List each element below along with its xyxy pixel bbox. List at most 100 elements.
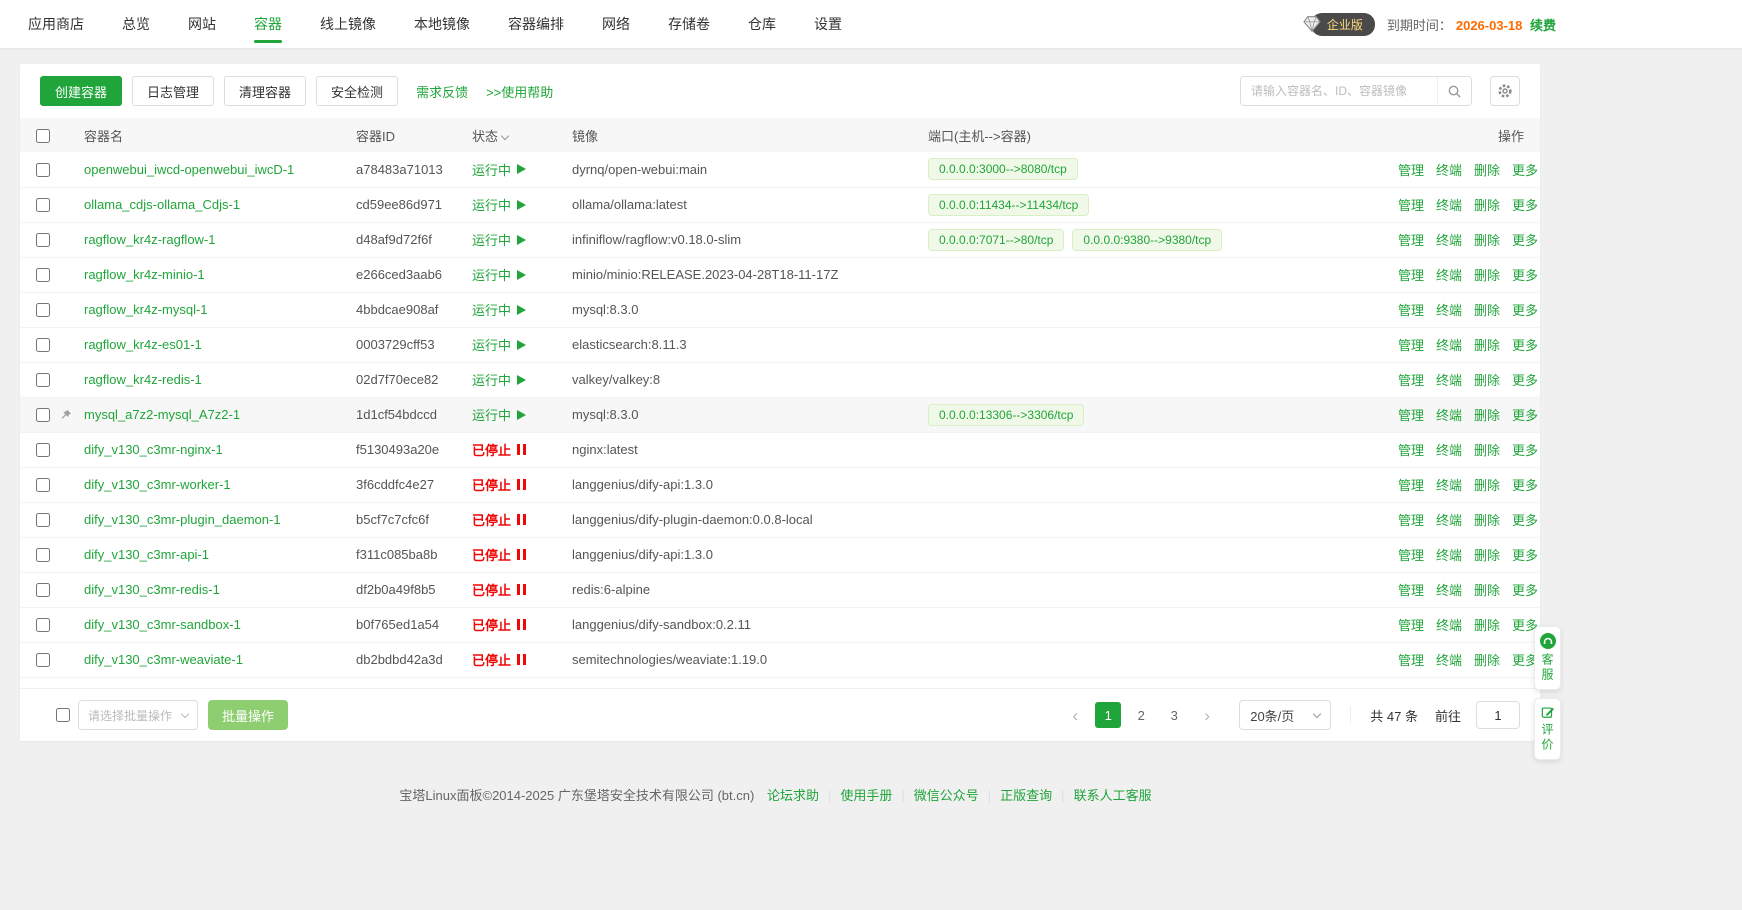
action-manage[interactable]: 管理 [1398,408,1424,423]
clean-container-button[interactable]: 清理容器 [224,76,306,106]
action-terminal[interactable]: 终端 [1436,583,1462,598]
action-terminal[interactable]: 终端 [1436,443,1462,458]
action-more[interactable]: 更多 [1512,338,1540,353]
action-manage[interactable]: 管理 [1398,303,1424,318]
action-delete[interactable]: 删除 [1474,478,1500,493]
page-button-1[interactable]: 1 [1095,702,1121,728]
container-name-link[interactable]: dify_v130_c3mr-worker-1 [84,477,231,492]
row-checkbox[interactable] [36,233,50,247]
action-manage[interactable]: 管理 [1398,548,1424,563]
container-name-link[interactable]: dify_v130_c3mr-sandbox-1 [84,617,241,632]
row-checkbox[interactable] [36,548,50,562]
action-delete[interactable]: 删除 [1474,303,1500,318]
action-terminal[interactable]: 终端 [1436,618,1462,633]
container-name-link[interactable]: ragflow_kr4z-minio-1 [84,267,205,282]
row-checkbox[interactable] [36,478,50,492]
row-checkbox[interactable] [36,198,50,212]
action-manage[interactable]: 管理 [1398,198,1424,213]
row-checkbox[interactable] [36,408,50,422]
page-size-select[interactable]: 20条/页 [1239,700,1331,730]
action-more[interactable]: 更多 [1512,583,1540,598]
action-manage[interactable]: 管理 [1398,233,1424,248]
nav-tab-volumes[interactable]: 存储卷 [668,0,710,48]
action-terminal[interactable]: 终端 [1436,548,1462,563]
row-checkbox[interactable] [36,513,50,527]
action-more[interactable]: 更多 [1512,268,1540,283]
action-delete[interactable]: 删除 [1474,233,1500,248]
action-terminal[interactable]: 终端 [1436,653,1462,668]
action-manage[interactable]: 管理 [1398,513,1424,528]
nav-tab-registry[interactable]: 仓库 [748,0,776,48]
row-checkbox[interactable] [36,443,50,457]
action-manage[interactable]: 管理 [1398,478,1424,493]
container-name-link[interactable]: ragflow_kr4z-ragflow-1 [84,232,216,247]
action-more[interactable]: 更多 [1512,548,1540,563]
nav-tab-app-store[interactable]: 应用商店 [28,0,84,48]
action-terminal[interactable]: 终端 [1436,303,1462,318]
nav-tab-compose[interactable]: 容器编排 [508,0,564,48]
nav-tab-container[interactable]: 容器 [254,0,282,48]
feedback-link[interactable]: 需求反馈 [416,82,468,101]
container-name-link[interactable]: dify_v130_c3mr-api-1 [84,547,209,562]
action-delete[interactable]: 删除 [1474,618,1500,633]
action-delete[interactable]: 删除 [1474,373,1500,388]
renew-link[interactable]: 续费 [1530,18,1556,33]
batch-action-select[interactable]: 请选择批量操作 [78,700,198,730]
footer-link-forum-help[interactable]: 论坛求助 [767,788,819,803]
action-delete[interactable]: 删除 [1474,548,1500,563]
action-terminal[interactable]: 终端 [1436,408,1462,423]
action-delete[interactable]: 删除 [1474,163,1500,178]
action-delete[interactable]: 删除 [1474,198,1500,213]
action-terminal[interactable]: 终端 [1436,373,1462,388]
action-more[interactable]: 更多 [1512,408,1540,423]
action-terminal[interactable]: 终端 [1436,233,1462,248]
action-terminal[interactable]: 终端 [1436,268,1462,283]
action-terminal[interactable]: 终端 [1436,478,1462,493]
container-name-link[interactable]: openwebui_iwcd-openwebui_iwcD-1 [84,162,294,177]
action-more[interactable]: 更多 [1512,233,1540,248]
action-delete[interactable]: 删除 [1474,408,1500,423]
action-manage[interactable]: 管理 [1398,618,1424,633]
action-more[interactable]: 更多 [1512,513,1540,528]
nav-tab-website[interactable]: 网站 [188,0,216,48]
action-manage[interactable]: 管理 [1398,268,1424,283]
header-status-filter[interactable]: 状态 [464,118,564,152]
action-delete[interactable]: 删除 [1474,443,1500,458]
help-link[interactable]: >>使用帮助 [486,82,553,101]
action-terminal[interactable]: 终端 [1436,513,1462,528]
action-terminal[interactable]: 终端 [1436,338,1462,353]
action-terminal[interactable]: 终端 [1436,163,1462,178]
security-check-button[interactable]: 安全检测 [316,76,398,106]
action-delete[interactable]: 删除 [1474,268,1500,283]
row-checkbox[interactable] [36,268,50,282]
footer-link-license-check[interactable]: 正版查询 [1000,788,1052,803]
page-button-2[interactable]: 2 [1128,702,1154,728]
action-delete[interactable]: 删除 [1474,338,1500,353]
container-name-link[interactable]: dify_v130_c3mr-redis-1 [84,582,220,597]
action-manage[interactable]: 管理 [1398,653,1424,668]
action-more[interactable]: 更多 [1512,443,1540,458]
action-more[interactable]: 更多 [1512,478,1540,493]
prev-page-button[interactable]: ‹ [1062,702,1088,728]
action-more[interactable]: 更多 [1512,163,1540,178]
settings-button[interactable] [1490,76,1520,106]
license-badge[interactable]: 企业版 [1311,13,1375,36]
page-button-3[interactable]: 3 [1161,702,1187,728]
nav-tab-overview[interactable]: 总览 [122,0,150,48]
container-name-link[interactable]: ollama_cdjs-ollama_Cdjs-1 [84,197,240,212]
review-widget[interactable]: 评价 [1534,698,1561,760]
nav-tab-settings[interactable]: 设置 [814,0,842,48]
container-name-link[interactable]: dify_v130_c3mr-nginx-1 [84,442,223,457]
container-name-link[interactable]: ragflow_kr4z-mysql-1 [84,302,208,317]
search-input[interactable] [1241,77,1437,105]
row-checkbox[interactable] [36,583,50,597]
action-more[interactable]: 更多 [1512,303,1540,318]
select-all-checkbox[interactable] [36,129,50,143]
row-checkbox[interactable] [36,338,50,352]
action-more[interactable]: 更多 [1512,198,1540,213]
footer-link-manual[interactable]: 使用手册 [840,788,892,803]
search-button[interactable] [1437,77,1471,105]
container-name-link[interactable]: dify_v130_c3mr-weaviate-1 [84,652,243,667]
action-manage[interactable]: 管理 [1398,443,1424,458]
log-manage-button[interactable]: 日志管理 [132,76,214,106]
